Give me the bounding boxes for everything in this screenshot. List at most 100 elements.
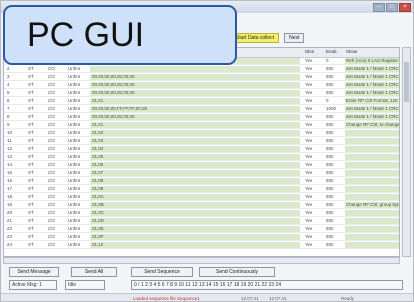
row-channel: ST [28,82,34,87]
row-data[interactable]: 00,00,00,00,FF,FF,FF,00,00 [90,106,300,112]
status-time-1: 12:07:41 [241,296,259,301]
row-data[interactable]: 01,07 [90,170,300,176]
table-row[interactable]: 16 ST CO Unfmt 01,08 Yes 500 [4,177,399,185]
status-message: Loaded sequence file Sequence1 [133,296,200,301]
row-flag: Yes [305,178,313,183]
next-button[interactable]: Next [284,33,305,43]
table-row[interactable]: 7 ST CO Unfmt 00,00,00,00,FF,FF,FF,00,00 Yes 1… [4,105,399,113]
row-data[interactable]: 01,10 [90,242,300,248]
table-row[interactable]: 14 ST CO Unfmt 01,06 Yes 500 [4,161,399,169]
row-value: 500 [326,186,334,191]
row-data[interactable]: 01,03 [90,138,300,144]
send-sequence-button[interactable]: Send Sequence [131,267,193,277]
table-row[interactable]: 4 ST CO Unfmt 00,00,00,00,00,00,00 Yes 500 Set … [4,81,399,89]
row-channel: ST [28,242,34,247]
row-note: Set Mode 1 / Mode 1 CRC +0 [345,106,400,112]
row-data[interactable]: 01,0C [90,210,300,216]
row-channel: ST [28,194,34,199]
window-controls: – □ × [373,3,411,12]
row-data[interactable]: 01,0A [90,194,300,200]
table-row[interactable]: 8 ST CO Unfmt 00,00,00,00,00,00,00 Yes 500 Set … [4,113,399,121]
close-button[interactable]: × [399,3,411,12]
row-value: 500 [326,130,334,135]
row-number: 9 [7,122,10,127]
maximize-button[interactable]: □ [386,3,398,12]
row-channel: ST [28,202,34,207]
send-message-button[interactable]: Send Message [9,267,59,277]
row-channel: ST [28,122,34,127]
table-row[interactable]: 9 ST CO Unfmt 01,01 Yes 500 Change RF Ctrl, to … [4,121,399,129]
column-header-dlen[interactable]: Dlen [305,49,314,54]
row-data[interactable]: 01,02 [90,130,300,136]
table-row[interactable]: 12 ST CO Unfmt 01,04 Yes 500 [4,145,399,153]
row-data[interactable]: 01,0E [90,226,300,232]
row-data[interactable]: 01,0B [90,202,300,208]
table-row[interactable]: 13 ST CO Unfmt 01,05 Yes 500 [4,153,399,161]
row-format: Unfmt [68,146,81,151]
vertical-scrollbar[interactable] [402,47,411,257]
table-row[interactable]: 10 ST CO Unfmt 01,02 Yes 500 [4,129,399,137]
row-data[interactable]: 01,05 [90,154,300,160]
row-flag: Yes [305,106,313,111]
row-format: Unfmt [68,194,81,199]
row-data[interactable]: 00,00,00,00,00,00,00 [90,82,300,88]
row-id: CO [48,106,55,111]
table-row[interactable]: 24 ST CO Unfmt 01,10 Yes 500 [4,241,399,249]
table-row[interactable]: 21 ST CO Unfmt 01,0D Yes 500 [4,217,399,225]
row-data[interactable]: 01,06 [90,162,300,168]
start-data-collect-button[interactable]: Start Data collect [231,33,280,43]
scrollbar-thumb[interactable] [404,62,409,102]
table-row[interactable]: 11 ST CO Unfmt 01,03 Yes 500 [4,137,399,145]
row-data[interactable]: 00,00,00,00,00,00,00 [90,90,300,96]
table-row[interactable]: 20 ST CO Unfmt 01,0C Yes 500 [4,209,399,217]
row-data[interactable]: 00,00,00,00,00,00,00 [90,114,300,120]
row-value: 500 [326,138,334,143]
minimize-button[interactable]: – [373,3,385,12]
table-row[interactable]: 17 ST CO Unfmt 01,09 Yes 500 [4,185,399,193]
row-format: Unfmt [68,162,81,167]
row-id: CO [48,218,55,223]
column-header-enab[interactable]: Enab [326,49,337,54]
row-data[interactable] [90,66,300,72]
state-field: Idle [65,280,105,290]
row-format: Unfmt [68,226,81,231]
row-format: Unfmt [68,170,81,175]
table-row[interactable]: 18 ST CO Unfmt 01,0A Yes 500 [4,193,399,201]
row-value: 500 [326,218,334,223]
table-row[interactable]: 5 ST CO Unfmt 00,00,00,00,00,00,00 Yes 500 Set … [4,89,399,97]
send-all-button[interactable]: Send All [71,267,117,277]
row-flag: Yes [305,162,313,167]
row-note: Set Mode 1 / Mode 1 CRC +0 [345,82,400,88]
horizontal-scrollbar[interactable] [3,257,400,264]
row-format: Unfmt [68,82,81,87]
row-data[interactable]: 01,01 [90,98,300,104]
row-data[interactable]: 01,0F [90,234,300,240]
row-data[interactable]: 01,0D [90,218,300,224]
row-data[interactable]: 00,00,00,00,00,00,00 [90,74,300,80]
row-data[interactable]: 01,04 [90,146,300,152]
table-row[interactable]: 15 ST CO Unfmt 01,07 Yes 500 [4,169,399,177]
row-note: Change RF Ctrl, to change pu [345,122,400,128]
table-row[interactable]: 6 ST CO Unfmt 01,01 Yes 0 Enter RF Ctrl Format,… [4,97,399,105]
row-value: 500 [326,154,334,159]
table-row[interactable]: 22 ST CO Unfmt 01,0E Yes 500 [4,225,399,233]
sequence-field[interactable]: 0 / 1 2 3 4 5 6 7 8 9 10 11 12 13 14 15 … [131,280,403,290]
row-data[interactable]: 01,09 [90,186,300,192]
row-data[interactable]: 01,01 [90,122,300,128]
row-id: CO [48,202,55,207]
table-row[interactable]: 3 ST CO Unfmt 00,00,00,00,00,00,00 Yes 500 Set … [4,73,399,81]
column-header-show[interactable]: Show [346,49,357,54]
row-format: Unfmt [68,138,81,143]
row-note: Set Mode 1 / Mode 1 CRC +0 [345,74,400,80]
row-value: 1000 [326,106,337,111]
status-bar: Loaded sequence file Sequence1 12:07:41 … [1,293,413,301]
send-continuously-button[interactable]: Send Continuously [199,267,275,277]
row-number: 7 [7,106,10,111]
table-row[interactable]: 2 ST CO Unfmt Yes 500 Set Mode 1 / Mode 1 CRC … [4,65,399,73]
table-row[interactable]: 19 ST CO Unfmt 01,0B Yes 500 Change RF Ctrl, gr… [4,201,399,209]
table-row[interactable]: 23 ST CO Unfmt 01,0F Yes 500 [4,233,399,241]
row-note [345,226,399,232]
row-channel: ST [28,138,34,143]
row-note [345,154,399,160]
row-data[interactable]: 01,08 [90,178,300,184]
